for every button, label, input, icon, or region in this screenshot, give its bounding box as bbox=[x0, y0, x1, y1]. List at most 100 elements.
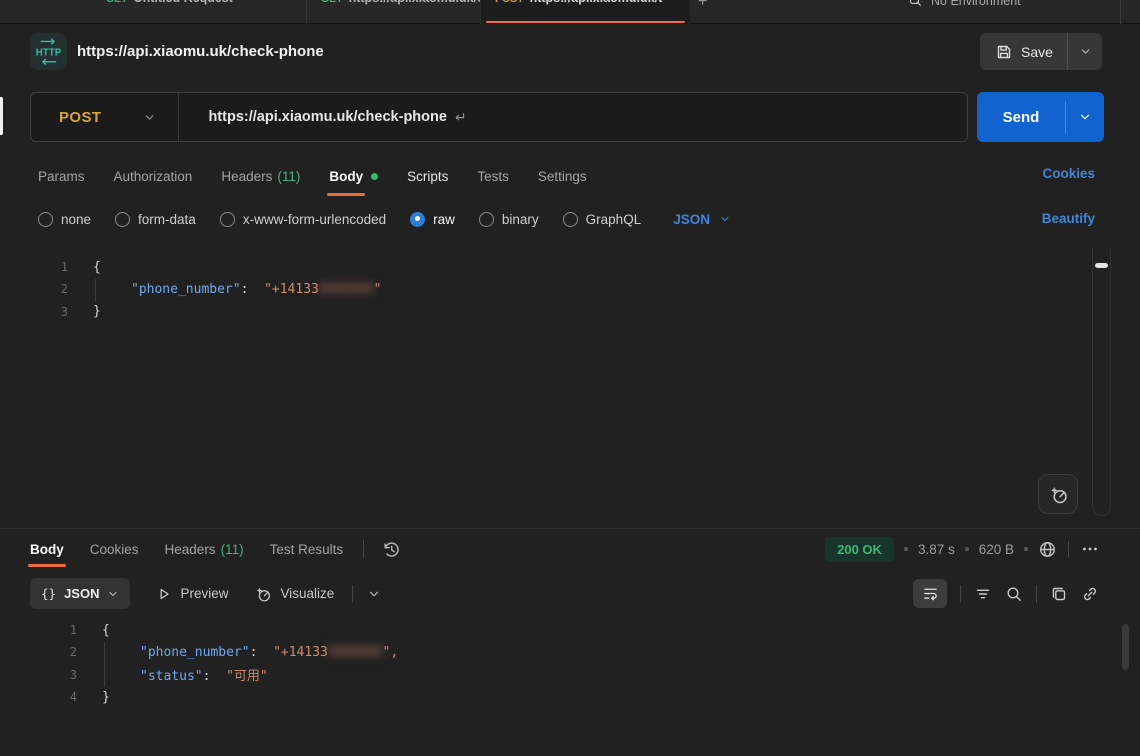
json-type-dropdown[interactable]: JSON bbox=[673, 212, 731, 227]
braces-icon: {} bbox=[41, 586, 56, 601]
postbot-sparkle-icon bbox=[1048, 484, 1069, 505]
app-window: { "colors": { "accent_orange": "#ee6b3b"… bbox=[0, 0, 1140, 756]
body-mode-bar: none form-data x-www-form-urlencoded raw… bbox=[0, 201, 1140, 237]
radio-raw[interactable]: raw bbox=[410, 212, 455, 227]
chevron-down-icon bbox=[143, 111, 156, 124]
send-button[interactable]: Send bbox=[977, 92, 1065, 142]
left-edge-scroll-indicator bbox=[0, 97, 3, 135]
send-options-button[interactable] bbox=[1066, 92, 1104, 142]
tab-title: POSThttps://api.xiaomu.uk/t bbox=[495, 0, 662, 5]
radio-x-www-form-urlencoded[interactable]: x-www-form-urlencoded bbox=[220, 212, 386, 227]
code-line: 2 "phone_number": "+141330000000" bbox=[0, 278, 1090, 300]
response-meta: 200 OK 3.87 s 620 B bbox=[825, 534, 1100, 564]
radio-icon bbox=[115, 212, 130, 227]
more-options-icon[interactable] bbox=[1080, 540, 1100, 558]
redacted-text: 0000000 bbox=[328, 645, 383, 660]
line-number: 3 bbox=[0, 305, 68, 319]
code-line: 2 "phone_number": "+141330000000", bbox=[0, 641, 1110, 663]
dot-separator bbox=[904, 547, 908, 551]
link-icon[interactable] bbox=[1081, 585, 1099, 603]
new-tab-button[interactable]: + bbox=[694, 0, 716, 24]
tab-method: POST bbox=[495, 0, 524, 5]
response-scrollbar-thumb[interactable] bbox=[1122, 624, 1129, 670]
response-tab-test-results[interactable]: Test Results bbox=[270, 530, 344, 568]
method-label: POST bbox=[59, 109, 101, 126]
dot-separator bbox=[965, 547, 969, 551]
radio-icon-selected bbox=[410, 212, 425, 227]
request-tab-1[interactable]: GETUntitled Request bbox=[92, 0, 306, 24]
response-tab-cookies[interactable]: Cookies bbox=[90, 530, 139, 568]
cookies-link[interactable]: Cookies bbox=[1042, 166, 1095, 181]
indent-guide bbox=[104, 642, 105, 664]
response-tool-icons bbox=[913, 579, 1099, 608]
http-method-badge: HTTP bbox=[30, 33, 67, 70]
code-line: 1 { bbox=[0, 256, 1090, 278]
indent-guide bbox=[104, 665, 105, 687]
save-icon bbox=[996, 44, 1012, 60]
response-format-dropdown[interactable]: {} JSON bbox=[30, 578, 130, 609]
preview-button[interactable]: Preview bbox=[156, 586, 228, 602]
radio-binary[interactable]: binary bbox=[479, 212, 539, 227]
svg-text:HTTP: HTTP bbox=[36, 48, 62, 59]
line-number: 4 bbox=[0, 690, 77, 704]
modified-dot bbox=[371, 173, 378, 180]
environment-icon bbox=[908, 0, 923, 8]
copy-icon[interactable] bbox=[1050, 585, 1068, 603]
meta-divider bbox=[1068, 541, 1069, 557]
method-selector[interactable]: POST bbox=[31, 93, 178, 141]
tab-body[interactable]: Body bbox=[329, 155, 378, 197]
tab-settings[interactable]: Settings bbox=[538, 155, 587, 197]
save-options-button[interactable] bbox=[1068, 33, 1102, 70]
request-tab-2[interactable]: GEThttps://api.xiaomu.uk/ch bbox=[306, 0, 480, 24]
line-number: 1 bbox=[0, 260, 68, 274]
code-line: 1 { bbox=[0, 619, 1110, 641]
return-icon: ↵ bbox=[455, 109, 467, 126]
play-icon bbox=[156, 586, 172, 602]
visualize-button[interactable]: Visualize bbox=[254, 585, 334, 603]
tab-title: GEThttps://api.xiaomu.uk/ch bbox=[321, 0, 480, 5]
tab-headers[interactable]: Headers(11) bbox=[221, 155, 300, 197]
window-tab-bar: GETUntitled Request GEThttps://api.xiaom… bbox=[0, 0, 1140, 24]
tab-authorization[interactable]: Authorization bbox=[114, 155, 193, 197]
tab-tests[interactable]: Tests bbox=[477, 155, 509, 197]
url-input[interactable]: https://api.xiaomu.uk/check-phone ↵ bbox=[179, 93, 967, 141]
headers-count: (11) bbox=[277, 169, 300, 184]
search-icon[interactable] bbox=[1005, 585, 1023, 603]
radio-icon bbox=[38, 212, 53, 227]
globe-icon[interactable] bbox=[1038, 540, 1057, 559]
beautify-link[interactable]: Beautify bbox=[1042, 211, 1095, 226]
response-tab-headers[interactable]: Headers(11) bbox=[165, 530, 244, 568]
response-size: 620 B bbox=[979, 542, 1014, 557]
filter-icon[interactable] bbox=[974, 585, 992, 603]
tab-params[interactable]: Params bbox=[38, 155, 85, 197]
request-tab-3-active[interactable]: POSThttps://api.xiaomu.uk/t bbox=[480, 0, 690, 24]
redacted-text: 0000000 bbox=[319, 282, 374, 297]
history-icon[interactable] bbox=[382, 540, 401, 559]
editor-scroll-gutter bbox=[1092, 248, 1111, 516]
tools-divider bbox=[960, 585, 961, 603]
section-divider bbox=[0, 528, 1140, 529]
response-body-editor[interactable]: 1 { 2 "phone_number": "+141330000000", 3… bbox=[0, 611, 1110, 708]
tab-title: GETUntitled Request bbox=[106, 0, 233, 5]
tab-scripts[interactable]: Scripts bbox=[407, 155, 448, 197]
radio-graphql[interactable]: GraphQL bbox=[563, 212, 642, 227]
toolbar-chevron-down-icon[interactable] bbox=[367, 587, 381, 601]
postbot-button[interactable] bbox=[1038, 474, 1078, 514]
radio-form-data[interactable]: form-data bbox=[115, 212, 196, 227]
tab-method: GET bbox=[106, 0, 128, 5]
headers-count: (11) bbox=[221, 542, 244, 557]
environment-selector[interactable]: No Environment bbox=[908, 0, 1078, 24]
request-body-editor[interactable]: 1 { 2 "phone_number": "+141330000000" 3 … bbox=[0, 248, 1090, 323]
line-number: 2 bbox=[0, 645, 77, 659]
save-button[interactable]: Save bbox=[980, 33, 1067, 70]
editor-scrollbar-thumb[interactable] bbox=[1095, 263, 1108, 268]
radio-none[interactable]: none bbox=[38, 212, 91, 227]
chevron-down-icon bbox=[1079, 45, 1092, 58]
chevron-down-icon bbox=[107, 588, 119, 600]
line-number: 1 bbox=[0, 623, 77, 637]
code-line: 3 } bbox=[0, 301, 1090, 323]
wrap-text-button[interactable] bbox=[913, 579, 947, 608]
chevron-down-icon bbox=[719, 213, 731, 225]
radio-icon bbox=[479, 212, 494, 227]
response-tab-body[interactable]: Body bbox=[30, 530, 64, 568]
